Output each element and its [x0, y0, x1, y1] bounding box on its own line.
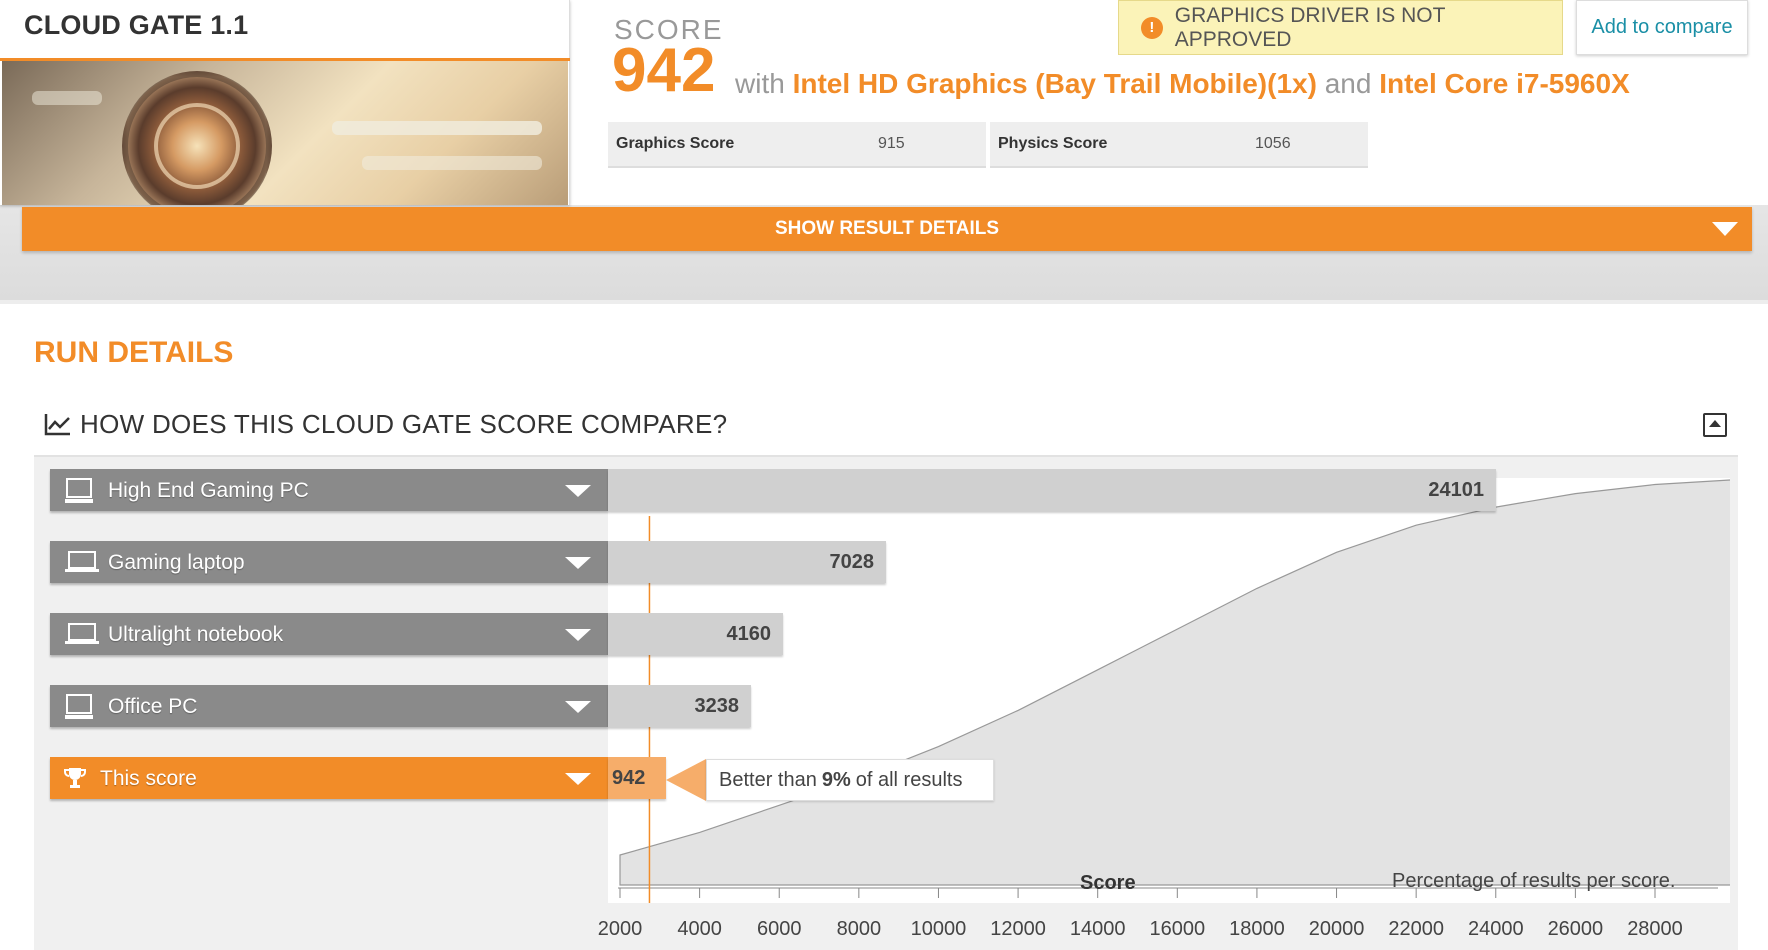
comparison-row-label[interactable]: Office PC	[50, 685, 608, 727]
benchmark-title: CLOUD GATE 1.1	[24, 10, 249, 40]
chevron-down-icon[interactable]	[565, 557, 591, 569]
gpu-link[interactable]: Intel HD Graphics (Bay Trail Mobile)(1x)	[793, 68, 1317, 99]
score-hardware-line: with Intel HD Graphics (Bay Trail Mobile…	[735, 68, 1630, 100]
and-text: and	[1324, 68, 1372, 99]
laptop-icon	[64, 550, 100, 580]
x-tick-label: 26000	[1547, 918, 1604, 940]
x-tick-label: 14000	[1069, 918, 1126, 940]
comparison-row-label[interactable]: Ultralight notebook	[50, 613, 608, 655]
x-tick-label: 4000	[677, 918, 722, 940]
comparison-row-name: Office PC	[108, 695, 198, 718]
x-tick-label: 16000	[1149, 918, 1206, 940]
cpu-link[interactable]: Intel Core i7-5960X	[1379, 68, 1630, 99]
comparison-value: 24101	[1428, 479, 1484, 501]
comparison-row-label[interactable]: High End Gaming PC	[50, 469, 608, 511]
x-tick-label: 24000	[1467, 918, 1524, 940]
x-tick-label: 10000	[910, 918, 967, 940]
comparison-value: 3238	[694, 695, 740, 717]
x-tick-label: 28000	[1627, 918, 1683, 940]
desktop-icon	[64, 694, 94, 726]
chevron-down-icon[interactable]	[565, 701, 591, 713]
x-tick-label: 18000	[1229, 918, 1285, 940]
airship-graphic	[362, 156, 542, 170]
x-tick-label: 12000	[990, 918, 1046, 940]
subscore-name: Graphics Score	[616, 135, 735, 152]
run-details-title: RUN DETAILS	[34, 336, 234, 369]
graphics-score-cell: Graphics Score 915	[608, 122, 986, 168]
subscores: Graphics Score 915 Physics Score 1056	[608, 122, 1368, 168]
driver-warning-badge[interactable]: ! GRAPHICS DRIVER IS NOT APPROVED	[1118, 0, 1563, 55]
comparison-row-name: Ultralight notebook	[108, 623, 284, 646]
comparison-row-name: High End Gaming PC	[108, 479, 309, 502]
callout-arrow	[666, 759, 706, 801]
portal-ring-graphic	[154, 103, 240, 189]
distribution-label: Percentage of results per score.	[1392, 870, 1676, 892]
add-to-compare-button[interactable]: Add to compare	[1576, 0, 1748, 55]
comparison-value: 4160	[726, 623, 772, 645]
comparison-row-label[interactable]: Gaming laptop	[50, 541, 608, 583]
subscore-value: 1056	[1255, 135, 1291, 152]
with-text: with	[735, 68, 785, 99]
x-axis-title: Score	[1080, 872, 1136, 894]
x-tick-label: 2000	[597, 918, 643, 940]
callout-percent: 9%	[821, 768, 851, 791]
x-tick-label: 20000	[1308, 918, 1365, 940]
chevron-down-icon[interactable]	[565, 485, 591, 497]
score-value: 942	[612, 36, 716, 105]
chevron-down-icon[interactable]	[565, 773, 591, 785]
benchmark-card: CLOUD GATE 1.1	[0, 0, 570, 205]
comparison-row-label[interactable]: This score	[50, 757, 608, 799]
comparison-bar	[608, 469, 1496, 511]
x-tick-label: 22000	[1388, 918, 1444, 940]
subscore-name: Physics Score	[998, 135, 1108, 152]
trophy-icon	[64, 766, 86, 796]
desktop-icon	[64, 478, 94, 510]
benchmark-artwork	[2, 61, 568, 205]
comparison-value: 7028	[829, 551, 875, 573]
show-result-details-button[interactable]: SHOW RESULT DETAILS	[22, 207, 1752, 251]
chevron-down-icon	[1712, 222, 1738, 236]
comparison-row-name: Gaming laptop	[108, 551, 245, 574]
percentile-callout: Better than 9% of all results	[706, 759, 994, 801]
x-tick-label: 6000	[756, 918, 802, 940]
physics-score-cell: Physics Score 1056	[990, 122, 1368, 168]
driver-warning-text: GRAPHICS DRIVER IS NOT APPROVED	[1174, 3, 1446, 51]
line-chart-icon	[44, 414, 70, 436]
airship-graphic	[32, 91, 102, 105]
x-tick-label: 8000	[836, 918, 882, 940]
exclamation-icon: !	[1141, 16, 1163, 39]
airship-graphic	[332, 121, 542, 135]
collapse-icon[interactable]	[1703, 413, 1727, 437]
callout-suffix: of all results	[855, 768, 963, 791]
chevron-down-icon[interactable]	[565, 629, 591, 641]
subscore-value: 915	[878, 135, 905, 152]
laptop-icon	[64, 622, 100, 652]
comparison-row-name: This score	[100, 767, 197, 790]
callout-prefix: Better than	[719, 768, 817, 791]
show-result-details-label: SHOW RESULT DETAILS	[774, 218, 1000, 239]
compare-title: HOW DOES THIS CLOUD GATE SCORE COMPARE?	[80, 409, 728, 439]
